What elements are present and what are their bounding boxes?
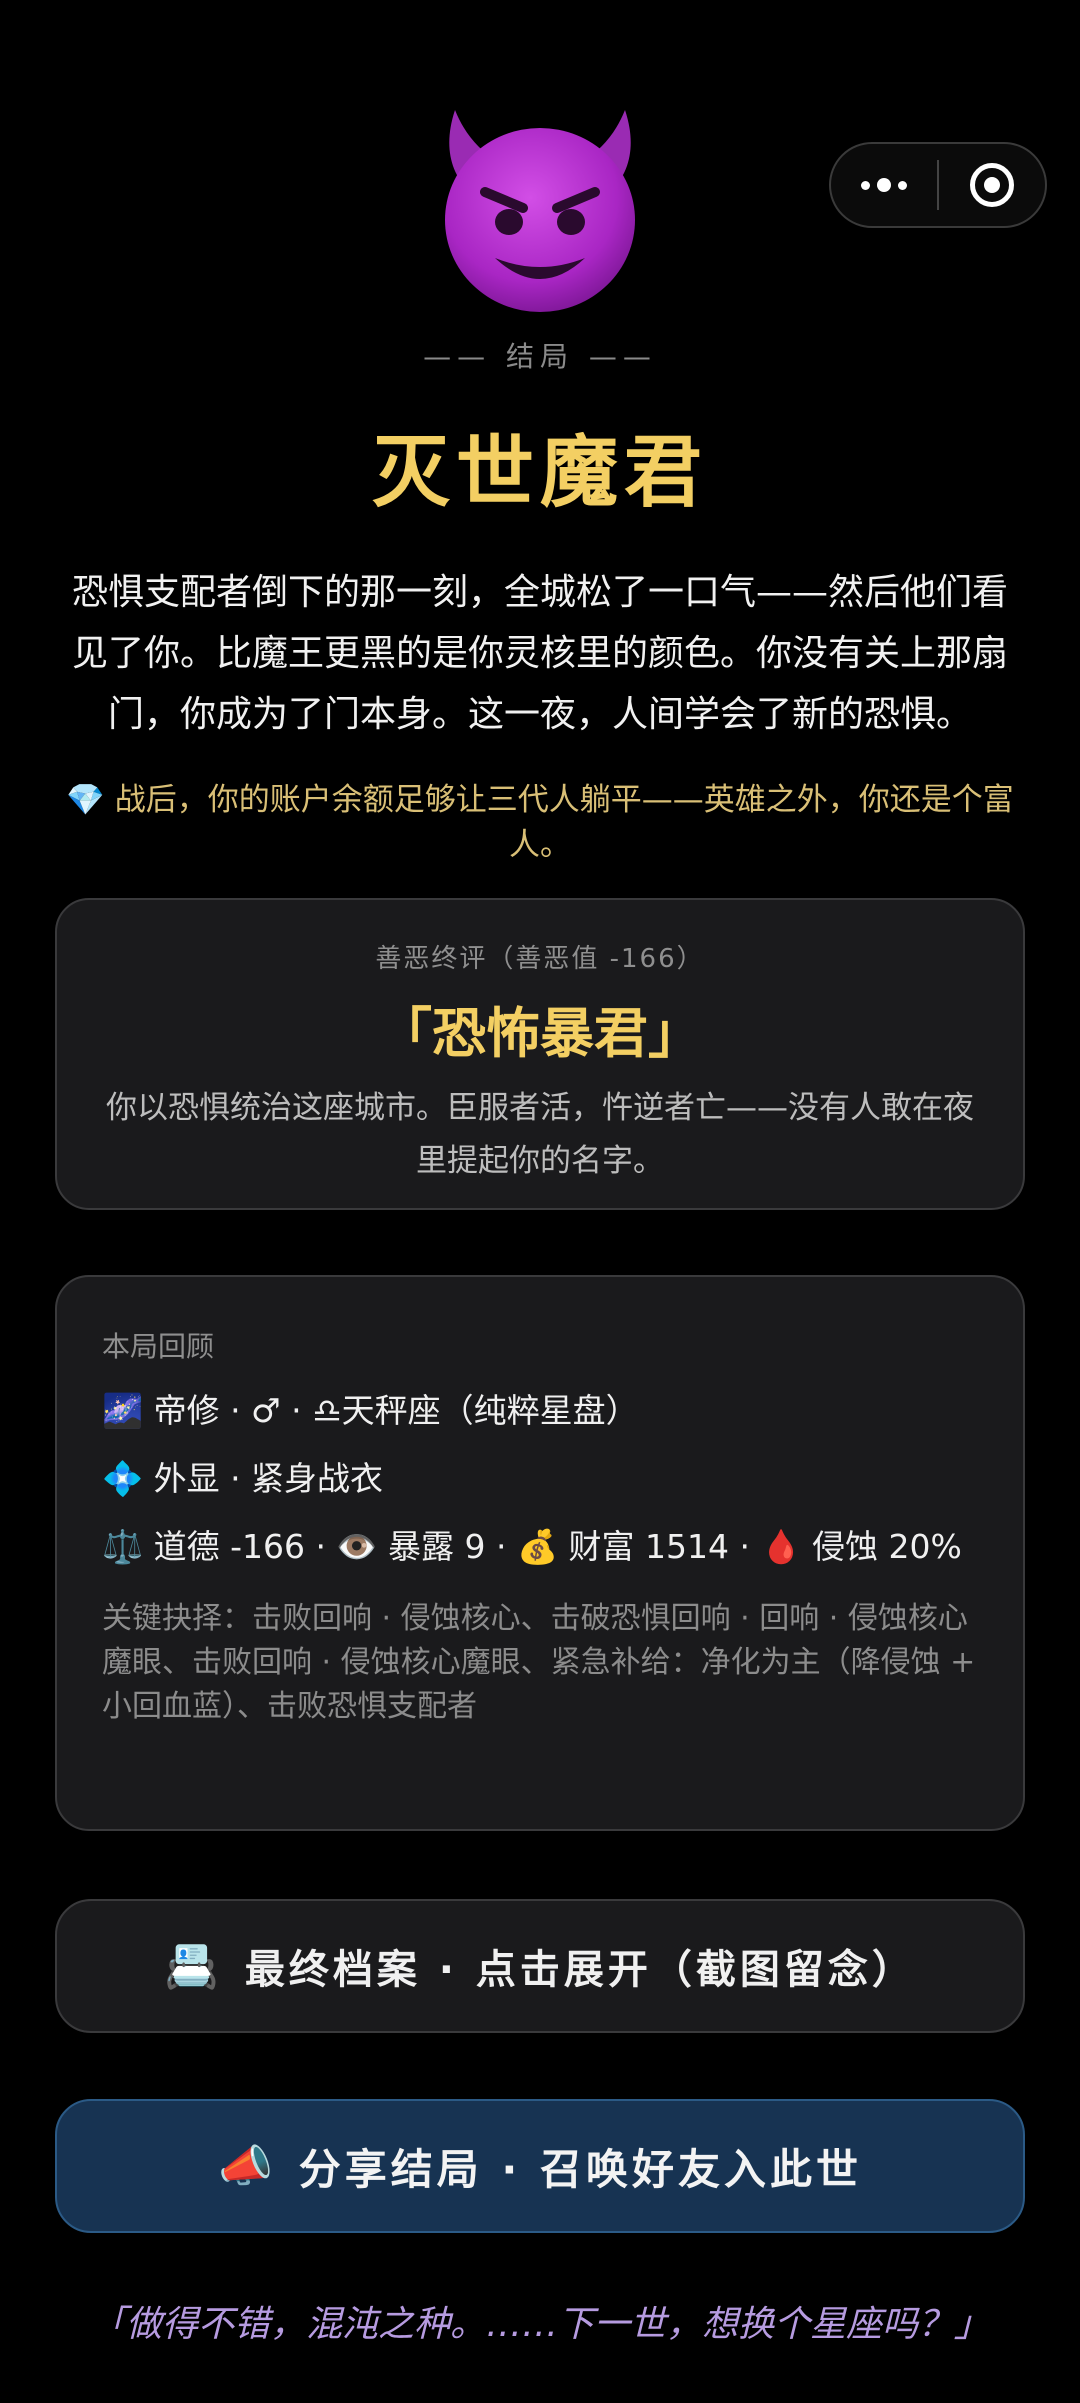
verdict-heading: 善恶终评（善恶值 -166） — [375, 944, 705, 974]
review-appearance-line: 💠 外显 · 紧身战衣 — [102, 1459, 384, 1498]
more-button[interactable] — [831, 144, 937, 226]
final-archive-label: 最终档案 · 点击展开（截图留念） — [244, 1947, 916, 1993]
footer-quote: 「做得不错，混沌之种。……下一世，想换个星座吗？」 — [89, 2304, 990, 2345]
gem-icon: 💎 — [66, 782, 105, 818]
ending-story: 恐惧支配者倒下的那一刻，全城松了一口气——然后他们看见了你。比魔王更黑的是你灵核… — [71, 572, 1008, 735]
megaphone-icon: 📣 — [218, 2141, 277, 2192]
run-review-card: 本局回顾 🌌 帝修 · ♂ · ♎天秤座（纯粹星盘） 💠 外显 · 紧身战衣 ⚖… — [55, 1275, 1025, 1831]
moral-verdict-card: 善恶终评（善恶值 -166） 「恐怖暴君」 你以恐惧统治这座城市。臣服者活，忤逆… — [55, 898, 1025, 1210]
share-ending-label: 分享结局 · 召唤好友入此世 — [298, 2144, 862, 2194]
final-archive-button[interactable]: 📇 最终档案 · 点击展开（截图留念） — [55, 1899, 1025, 2033]
ending-label: —— 结局 —— — [423, 340, 657, 373]
wealth-note: 💎 战后，你的账户余额足够让三代人躺平——英雄之外，你还是个富人。 — [60, 778, 1020, 868]
target-circle-icon — [970, 163, 1014, 207]
ending-title: 灭世魔君 — [371, 428, 708, 518]
verdict-name: 「恐怖暴君」 — [378, 1002, 702, 1065]
review-heading: 本局回顾 — [102, 1330, 215, 1363]
share-ending-button[interactable]: 📣 分享结局 · 召唤好友入此世 — [55, 2099, 1025, 2233]
more-dots-icon — [861, 178, 907, 192]
wealth-text: 战后，你的账户余额足够让三代人躺平——英雄之外，你还是个富人。 — [114, 782, 1014, 863]
verdict-description: 你以恐惧统治这座城市。臣服者活，忤逆者亡——没有人敢在夜里提起你的名字。 — [106, 1090, 974, 1179]
review-stats-line: ⚖️ 道德 -166 · 👁️ 暴露 9 · 💰 财富 1514 · 🩸 侵蚀 … — [102, 1527, 962, 1566]
close-button[interactable] — [939, 144, 1045, 226]
review-key-choices: 关键抉择：击败回响 · 侵蚀核心、击破恐惧回响 · 回响 · 侵蚀核心魔眼、击败… — [102, 1601, 976, 1724]
mini-program-capsule — [829, 142, 1047, 228]
smiling-devil-icon — [445, 110, 635, 312]
card-index-icon: 📇 — [164, 1941, 223, 1992]
review-character-line: 🌌 帝修 · ♂ · ♎天秤座（纯粹星盘） — [102, 1391, 639, 1430]
